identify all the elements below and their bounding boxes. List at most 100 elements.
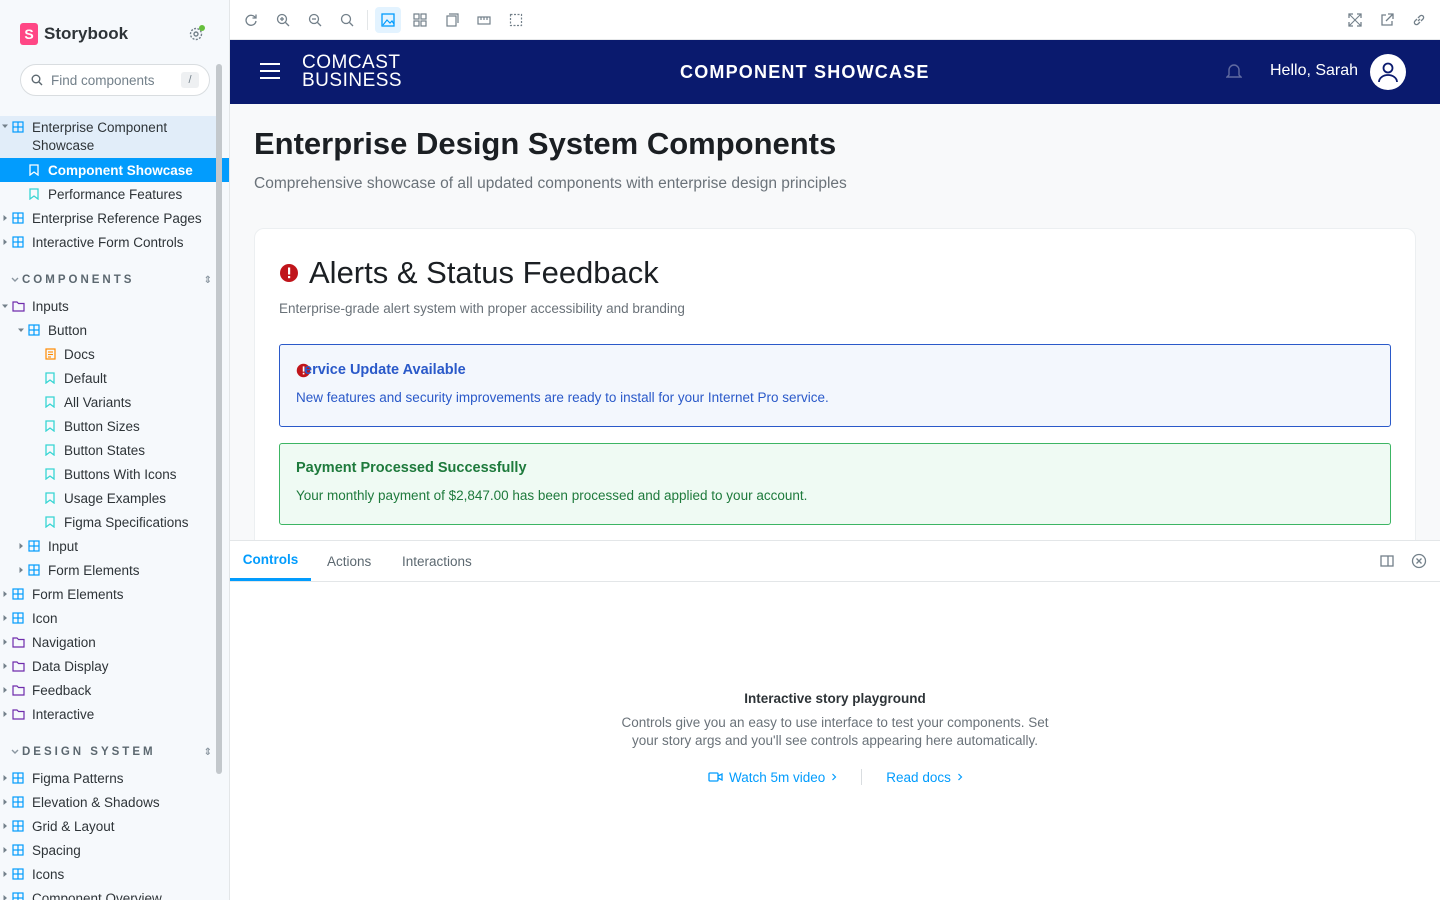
tree-item-button-states[interactable]: Button States — [0, 438, 216, 462]
measure-button[interactable] — [471, 7, 497, 33]
tab-interactions[interactable]: Interactions — [387, 541, 487, 581]
tree-item-button[interactable]: Button — [0, 318, 216, 342]
tree-item-enterprise-component-showcase[interactable]: Enterprise Component Showcase — [0, 116, 216, 158]
header-title: COMPONENT SHOWCASE — [680, 62, 930, 82]
tree-item-icons[interactable]: Icons — [0, 862, 216, 886]
expand-collapse-icon[interactable]: ⇕ — [204, 747, 215, 758]
tree-item-figma-patterns[interactable]: Figma Patterns — [0, 766, 216, 790]
open-new-tab-button[interactable] — [1374, 7, 1400, 33]
panel-orientation-icon[interactable] — [1379, 553, 1395, 569]
tree-item-data-display[interactable]: Data Display — [0, 654, 216, 678]
tree-item-performance-features[interactable]: Performance Features — [0, 182, 216, 206]
chevron-right-icon — [0, 895, 10, 900]
read-docs-link[interactable]: Read docs — [886, 770, 963, 785]
close-panel-icon[interactable] — [1411, 553, 1427, 569]
chevron-right-icon — [16, 567, 26, 573]
menu-button[interactable] — [260, 63, 280, 81]
chevron-right-icon — [0, 639, 10, 645]
app-header: COMCAST BUSINESS COMPONENT SHOWCASE Hell… — [230, 40, 1440, 104]
tree-item-icon[interactable]: Icon — [0, 606, 216, 630]
comcast-business-logo[interactable]: COMCAST BUSINESS — [302, 53, 403, 91]
zoom-out-button[interactable] — [302, 7, 328, 33]
grid-button[interactable] — [407, 7, 433, 33]
empty-links: Watch 5m video Read docs — [708, 769, 963, 785]
tree-label: Interactive — [32, 706, 95, 722]
logo-line2: BUSINESS — [302, 70, 403, 91]
tree-item-component-showcase[interactable]: Component Showcase — [0, 158, 229, 182]
tab-actions[interactable]: Actions — [312, 541, 386, 581]
tree-item-usage-examples[interactable]: Usage Examples — [0, 486, 216, 510]
tree-label: Icons — [32, 866, 65, 882]
zoom-reset-button[interactable] — [334, 7, 360, 33]
alert-body: Your monthly payment of $2,847.00 has be… — [296, 488, 808, 503]
tree-item-navigation[interactable]: Navigation — [0, 630, 216, 654]
story-bookmark-icon — [42, 372, 58, 384]
tree-label: Icon — [32, 610, 58, 626]
storybook-brand[interactable]: S Storybook — [20, 22, 128, 46]
tree-item-docs[interactable]: Docs — [0, 342, 216, 366]
zoom-in-button[interactable] — [270, 7, 296, 33]
component-icon — [10, 121, 26, 133]
tree-label: Figma Patterns — [32, 770, 124, 786]
share-icon — [1381, 13, 1394, 26]
video-icon — [708, 772, 723, 782]
component-icon — [10, 868, 26, 880]
tab-controls[interactable]: Controls — [230, 541, 311, 581]
tree-item-component-overview[interactable]: Component Overview — [0, 886, 216, 900]
tree-label: Elevation & Shadows — [32, 794, 160, 810]
tree-item-form-elements[interactable]: Form Elements — [0, 582, 216, 606]
viewport-button[interactable] — [439, 7, 465, 33]
tree-label: Grid & Layout — [32, 818, 115, 834]
sidebar-scrollbar[interactable] — [216, 64, 222, 774]
search-input[interactable] — [51, 72, 171, 88]
avatar[interactable] — [1370, 54, 1406, 90]
chevron-right-icon — [0, 775, 10, 781]
story-bookmark-icon — [42, 468, 58, 480]
tree-label: Input — [48, 538, 79, 554]
search-icon — [31, 74, 43, 86]
bell-icon[interactable] — [1226, 62, 1242, 80]
alert-title: ervice Update Available — [304, 362, 466, 378]
tree-item-enterprise-reference-pages[interactable]: Enterprise Reference Pages — [0, 206, 216, 230]
reload-button[interactable] — [238, 7, 264, 33]
chevron-right-icon — [832, 773, 837, 781]
tree-item-default[interactable]: Default — [0, 366, 216, 390]
chevron-right-icon — [0, 871, 10, 877]
tree-item-all-variants[interactable]: All Variants — [0, 390, 216, 414]
zoom-in-icon — [276, 13, 290, 27]
page-title: Enterprise Design System Components — [254, 126, 837, 161]
tree-item-elevation-shadows[interactable]: Elevation & Shadows — [0, 790, 216, 814]
tree-label: Inputs — [32, 298, 69, 314]
user-icon — [1378, 62, 1398, 83]
tree-item-grid-layout[interactable]: Grid & Layout — [0, 814, 216, 838]
tree-item-interactive[interactable]: Interactive — [0, 702, 216, 726]
expand-collapse-icon[interactable]: ⇕ — [204, 275, 215, 286]
tree-item-buttons-with-icons[interactable]: Buttons With Icons — [0, 462, 216, 486]
alert-title: Payment Processed Successfully — [296, 460, 527, 476]
card-heading: Alerts & Status Feedback — [279, 255, 659, 291]
tree-item-interactive-form-controls[interactable]: Interactive Form Controls — [0, 230, 216, 254]
section-header-design-system[interactable]: DESIGN SYSTEM ⇕ — [10, 742, 215, 762]
component-icon — [26, 564, 42, 576]
zoom-reset-icon — [340, 13, 354, 27]
section-header-components[interactable]: COMPONENTS ⇕ — [10, 270, 215, 290]
chevron-right-icon — [957, 773, 963, 781]
copy-link-button[interactable] — [1406, 7, 1432, 33]
tree-item-feedback[interactable]: Feedback — [0, 678, 216, 702]
folder-icon — [10, 300, 26, 312]
tree-item-form-elements[interactable]: Form Elements — [0, 558, 216, 582]
update-indicator — [199, 25, 205, 31]
watch-video-link[interactable]: Watch 5m video — [708, 770, 837, 785]
tree-item-spacing[interactable]: Spacing — [0, 838, 216, 862]
background-button[interactable] — [375, 7, 401, 33]
chevron-right-icon — [0, 711, 10, 717]
tree-item-input[interactable]: Input — [0, 534, 216, 558]
fullscreen-button[interactable] — [1342, 7, 1368, 33]
tree-item-button-sizes[interactable]: Button Sizes — [0, 414, 216, 438]
tree-item-inputs[interactable]: Inputs — [0, 294, 216, 318]
search-shortcut: / — [181, 72, 199, 88]
tree-item-figma-specifications[interactable]: Figma Specifications — [0, 510, 216, 534]
search-box[interactable]: / — [20, 64, 210, 96]
settings-button[interactable] — [186, 24, 206, 44]
outline-button[interactable] — [503, 7, 529, 33]
